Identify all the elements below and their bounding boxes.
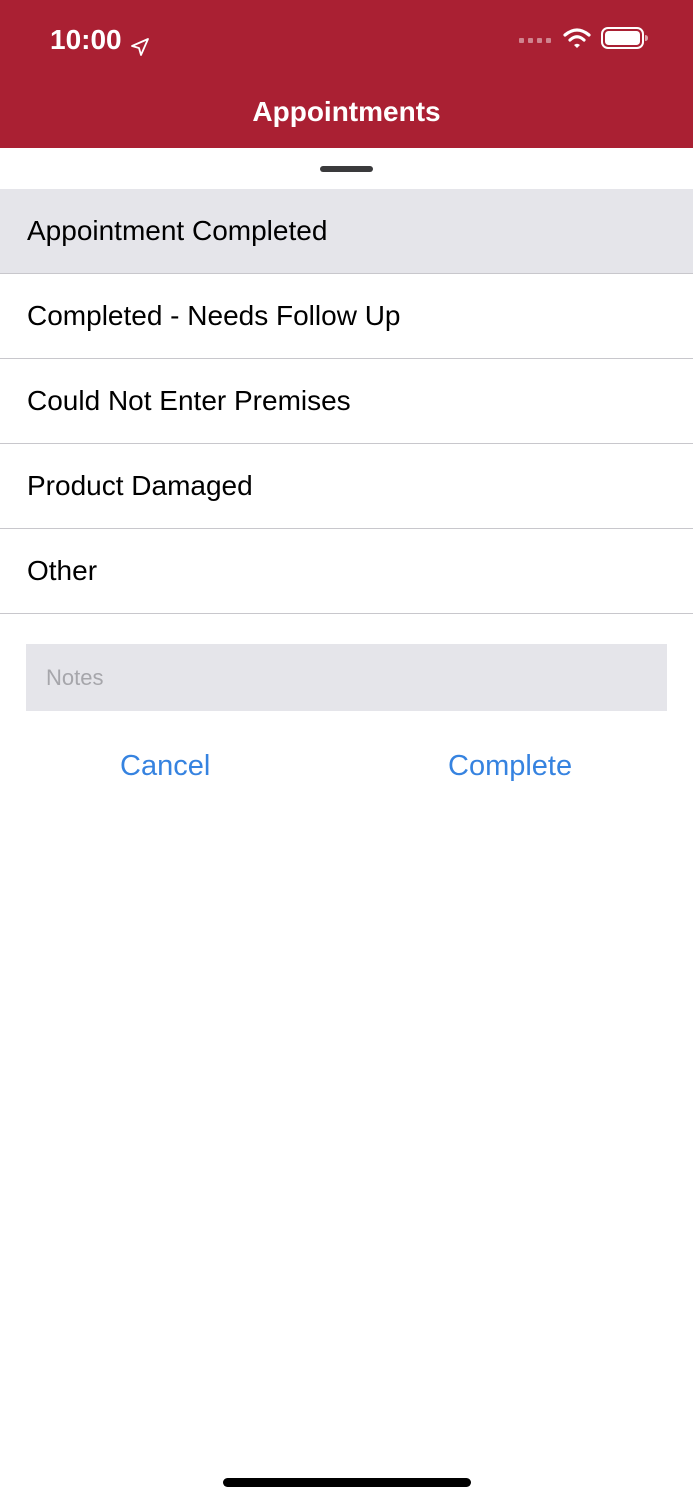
complete-button[interactable]: Complete	[448, 742, 572, 790]
option-label: Completed - Needs Follow Up	[27, 300, 401, 331]
option-label: Other	[27, 555, 98, 586]
option-product-damaged[interactable]: Product Damaged	[0, 444, 693, 529]
option-appointment-completed[interactable]: Appointment Completed	[0, 189, 693, 274]
option-completed-needs-follow-up[interactable]: Completed - Needs Follow Up	[0, 274, 693, 359]
option-other[interactable]: Other	[0, 529, 693, 614]
cellular-signal-icon	[519, 31, 553, 49]
navigation-header: 10:00 Appointments	[0, 0, 693, 148]
status-options-list: Appointment Completed Completed - Needs …	[0, 189, 693, 614]
battery-icon	[601, 26, 649, 55]
notes-input[interactable]	[26, 644, 667, 711]
status-bar-time: 10:00	[50, 22, 150, 58]
wifi-icon	[563, 27, 591, 54]
option-could-not-enter-premises[interactable]: Could Not Enter Premises	[0, 359, 693, 444]
cancel-button[interactable]: Cancel	[120, 742, 210, 790]
option-label: Appointment Completed	[27, 215, 328, 246]
option-label: Could Not Enter Premises	[27, 385, 351, 416]
option-label: Product Damaged	[27, 470, 253, 501]
status-time-label: 10:00	[50, 24, 122, 55]
page-title: Appointments	[252, 96, 441, 127]
status-bar-icons	[519, 26, 649, 54]
home-indicator	[223, 1478, 471, 1487]
sheet-grabber-handle[interactable]	[320, 166, 373, 172]
location-arrow-icon	[130, 30, 150, 56]
